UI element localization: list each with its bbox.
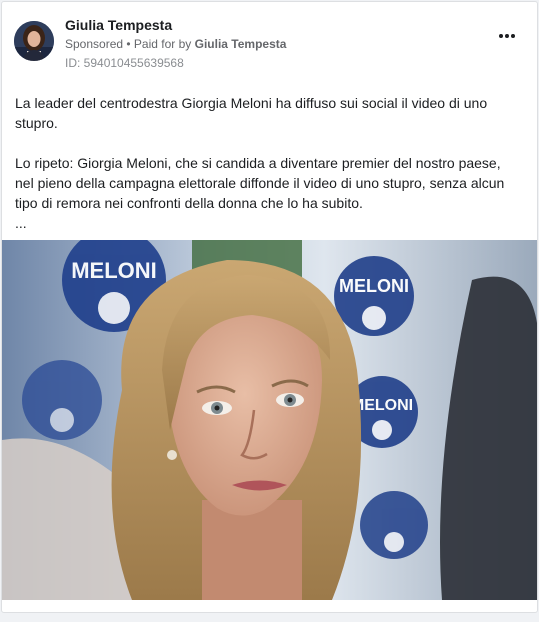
see-more-link[interactable]: ... (15, 213, 523, 233)
post-paragraph: La leader del centrodestra Giorgia Melon… (15, 95, 488, 131)
sponsored-post-card: Giulia Tempesta Sponsored • Paid for by … (1, 1, 538, 613)
paid-by-name[interactable]: Giulia Tempesta (195, 37, 287, 51)
party-logo-right: MELONI (334, 256, 414, 336)
more-horizontal-icon (498, 34, 516, 38)
logo-text: MELONI (71, 258, 157, 283)
author-name[interactable]: Giulia Tempesta (65, 16, 286, 34)
party-logo-right-3 (360, 491, 428, 559)
post-image[interactable]: MELONI MELONI MELONI (2, 240, 537, 600)
avatar[interactable] (14, 21, 54, 61)
post-meta: Giulia Tempesta Sponsored • Paid for by … (65, 16, 286, 71)
post-header: Giulia Tempesta Sponsored • Paid for by … (14, 16, 525, 72)
more-options-button[interactable] (495, 26, 519, 46)
party-logo-left-2 (22, 360, 102, 440)
paid-for-prefix: • Paid for by (123, 37, 195, 51)
sponsor-line: Sponsored • Paid for by Giulia Tempesta (65, 36, 286, 52)
post-paragraph: Lo ripeto: Giorgia Meloni, che si candid… (15, 155, 505, 211)
logo-text: MELONI (339, 276, 409, 296)
ad-id: ID: 594010455639568 (65, 56, 184, 70)
post-text: La leader del centrodestra Giorgia Melon… (15, 93, 523, 233)
sponsored-label: Sponsored (65, 37, 124, 51)
